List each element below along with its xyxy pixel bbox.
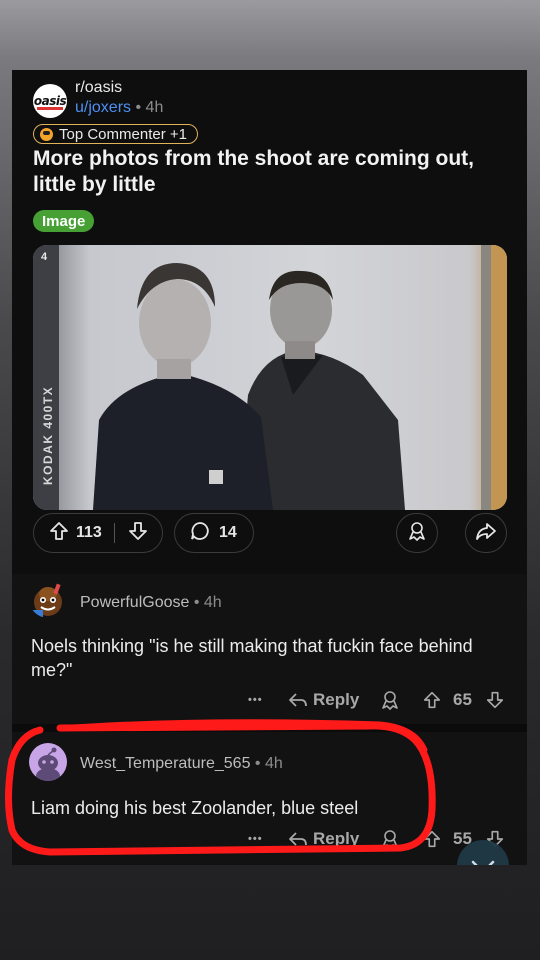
chevron-down-icon	[471, 860, 495, 865]
film-frame-number: 4	[41, 251, 48, 263]
avatar[interactable]	[29, 580, 67, 618]
reply-button[interactable]: Reply	[287, 685, 359, 715]
award-button[interactable]	[396, 513, 438, 553]
film-edge-label: KODAK 400TX	[41, 385, 55, 485]
flair-label: Top Commenter +1	[59, 125, 187, 143]
reply-label: Reply	[313, 829, 360, 848]
comments-button[interactable]: 14	[174, 513, 254, 553]
comment-meta: West_Temperature_565 • 4h	[80, 755, 283, 773]
meta-separator: •	[135, 99, 142, 116]
post-meta: u/joxers • 4h	[75, 99, 163, 117]
comment-author[interactable]: PowerfulGoose	[80, 594, 189, 611]
post-type-tag: Image	[33, 210, 95, 232]
post-photo-graphic	[33, 245, 507, 510]
meta-separator: •	[254, 755, 261, 772]
post-actions: 113 14	[33, 513, 507, 555]
comment-count: 14	[219, 524, 237, 541]
award-icon[interactable]	[379, 685, 401, 715]
comment-vote-count: 65	[453, 690, 472, 709]
comment[interactable]: West_Temperature_565 • 4h Liam doing his…	[12, 732, 527, 865]
upvote-icon[interactable]	[48, 520, 70, 547]
comment[interactable]: PowerfulGoose • 4h Noels thinking "is he…	[12, 574, 527, 724]
award-icon	[406, 520, 428, 547]
vote-divider	[113, 523, 116, 543]
subreddit-name[interactable]: r/oasis	[75, 79, 122, 97]
comment-age: 4h	[203, 594, 222, 611]
vote-pill: 113	[33, 513, 163, 553]
more-icon[interactable]: •••	[248, 685, 263, 715]
comment-author[interactable]: West_Temperature_565	[80, 755, 250, 772]
avatar[interactable]	[29, 743, 67, 781]
upvote-icon[interactable]	[422, 685, 442, 715]
downvote-icon[interactable]	[127, 520, 149, 547]
reply-icon	[289, 832, 307, 846]
share-button[interactable]	[465, 513, 507, 553]
comment-text: Liam doing his best Zoolander, blue stee…	[31, 798, 359, 818]
subreddit-avatar-text: oasis	[33, 94, 67, 108]
flair-icon	[40, 127, 53, 141]
scroll-down-button[interactable]	[457, 840, 509, 865]
comment-age: 4h	[264, 755, 283, 772]
downvote-icon[interactable]	[485, 685, 505, 715]
more-icon[interactable]: •••	[248, 824, 263, 854]
post-image[interactable]: 4 KODAK 400TX	[33, 245, 507, 510]
upvote-icon[interactable]	[422, 824, 442, 854]
reply-label: Reply	[313, 690, 360, 709]
comment-text: Noels thinking "is he still making that …	[31, 636, 473, 680]
post-card[interactable]: oasis r/oasis u/joxers • 4h Top Commente…	[12, 70, 527, 630]
post-author[interactable]: u/joxers	[75, 99, 131, 116]
comment-meta: PowerfulGoose • 4h	[80, 594, 222, 612]
reply-icon	[289, 693, 307, 707]
share-icon	[474, 520, 498, 547]
award-icon[interactable]	[379, 824, 401, 854]
meta-separator: •	[193, 594, 200, 611]
reply-button[interactable]: Reply	[287, 824, 359, 854]
subreddit-avatar[interactable]: oasis	[33, 84, 67, 118]
post-age: 4h	[145, 99, 164, 116]
upvote-count: 113	[76, 524, 102, 541]
comment-actions: ••• Reply 55	[12, 824, 527, 854]
user-flair: Top Commenter +1	[33, 124, 198, 144]
comment-icon	[189, 520, 211, 547]
app-panel: oasis r/oasis u/joxers • 4h Top Commente…	[12, 70, 527, 865]
comment-actions: ••• Reply 65	[12, 685, 527, 715]
post-title[interactable]: More photos from the shoot are coming ou…	[33, 146, 503, 198]
